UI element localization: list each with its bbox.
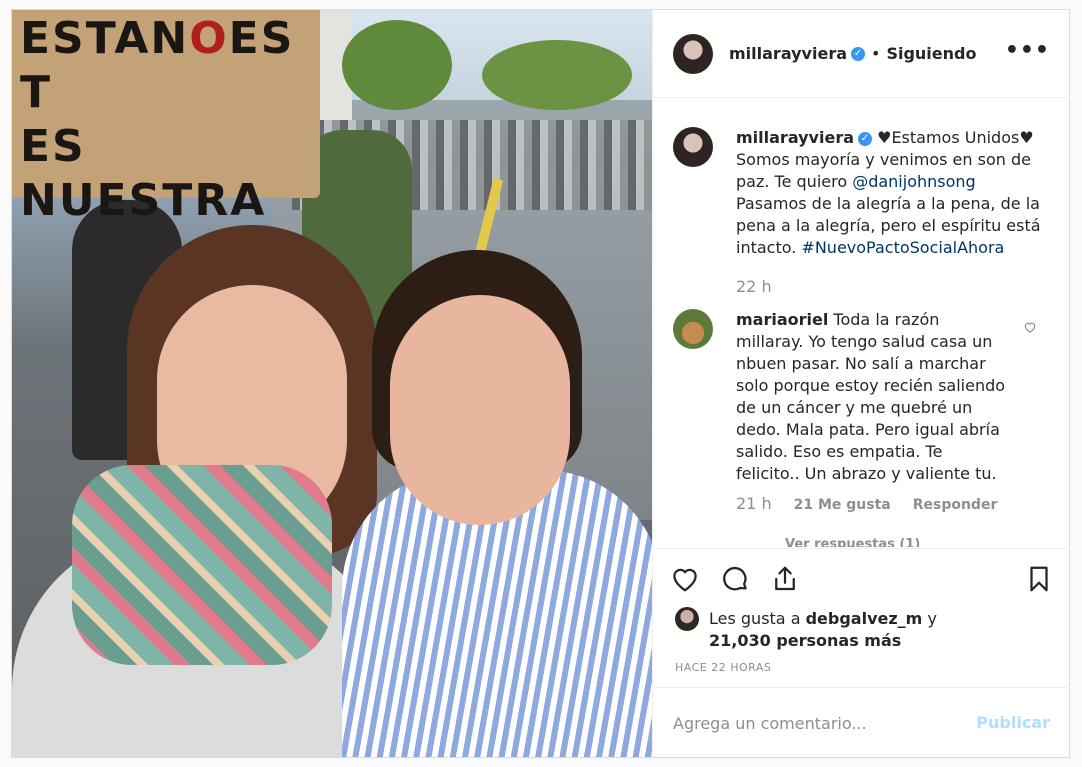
post-timestamp[interactable]: HACE 22 HORAS <box>675 661 771 674</box>
view-replies-button[interactable]: Ver respuestas (1) <box>785 537 920 547</box>
share-icon[interactable] <box>769 563 801 595</box>
likes-count[interactable]: 21,030 personas más <box>709 631 901 650</box>
caption-username[interactable]: millarayviera <box>736 128 854 147</box>
bookmark-icon[interactable] <box>1023 563 1055 595</box>
more-options-icon[interactable]: ••• <box>1005 40 1050 62</box>
caption-timestamp[interactable]: 22 h <box>736 277 772 296</box>
avatar[interactable] <box>673 127 713 167</box>
photo-face <box>390 295 570 525</box>
avatar[interactable] <box>675 607 699 631</box>
post-header: millarayviera ✓ • Siguiendo ••• <box>653 10 1070 98</box>
protest-sign-text: ESTANOES T ES NUESTRA <box>20 13 295 226</box>
photo-trees <box>482 40 632 110</box>
comment-icon[interactable] <box>719 563 751 595</box>
following-button[interactable]: Siguiendo <box>886 44 976 63</box>
likes-summary: Les gusta a debgalvez_m y 21,030 persona… <box>675 607 1055 657</box>
comment-username[interactable]: mariaoriel <box>736 310 828 329</box>
post-photo[interactable]: ESTANOES T ES NUESTRA <box>12 10 652 757</box>
likes-suffix: y <box>922 609 937 628</box>
comment-timestamp[interactable]: 21 h <box>736 494 772 513</box>
verified-icon: ✓ <box>851 46 865 61</box>
likes-prefix: Les gusta a <box>709 609 806 628</box>
avatar[interactable] <box>673 33 713 74</box>
caption-text: millarayviera ✓ ♥Estamos Unidos♥ Somos ma… <box>736 127 1046 259</box>
comments-section[interactable]: millarayviera ✓ ♥Estamos Unidos♥ Somos ma… <box>653 99 1070 547</box>
photo-trees <box>342 20 452 110</box>
post-actions: Les gusta a debgalvez_m y 21,030 persona… <box>653 548 1070 698</box>
comment-body: Toda la razón millaray. Yo tengo salud c… <box>736 310 1006 483</box>
verified-icon: ✓ <box>858 131 872 146</box>
avatar[interactable] <box>673 309 713 349</box>
hashtag-link[interactable]: #NuevoPactoSocialAhora <box>801 238 1004 257</box>
photo-scarf <box>72 465 332 665</box>
post-side-panel: millarayviera ✓ • Siguiendo ••• millaray… <box>652 10 1070 757</box>
liker-username[interactable]: debgalvez_m <box>806 609 923 628</box>
mention-link[interactable]: @danijohnsong <box>852 172 975 191</box>
heart-icon[interactable] <box>669 563 701 595</box>
publish-button[interactable]: Publicar <box>976 713 1050 732</box>
likes-line: Les gusta a debgalvez_m y <box>709 609 937 628</box>
post-container: ESTANOES T ES NUESTRA millarayviera ✓ • … <box>11 9 1070 758</box>
comment-text: mariaoriel Toda la razón millaray. Yo te… <box>736 309 1006 485</box>
header-username[interactable]: millarayviera <box>729 44 847 63</box>
comment-meta: 21 h 21 Me gusta Responder <box>736 494 997 513</box>
add-comment-bar: Publicar <box>653 687 1070 757</box>
reply-button[interactable]: Responder <box>913 497 998 513</box>
comment-input[interactable] <box>673 708 973 738</box>
separator-dot: • <box>871 44 881 63</box>
comment-likes[interactable]: 21 Me gusta <box>794 497 891 513</box>
comment-like-icon[interactable] <box>1023 319 1037 338</box>
protest-sign: ESTANOES T ES NUESTRA <box>12 10 320 226</box>
